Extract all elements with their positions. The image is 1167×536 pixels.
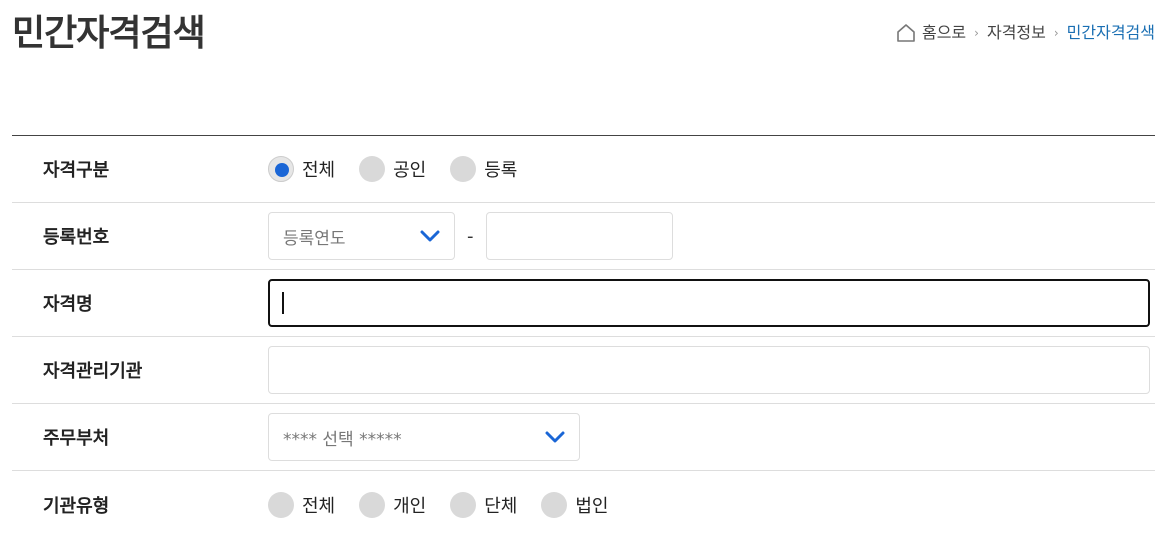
radio-circle[interactable] — [450, 491, 477, 518]
radio-circle[interactable] — [359, 156, 386, 182]
agency-type-radios: 전체 개인 단체 법인 — [268, 491, 1155, 518]
radio-label: 전체 — [302, 495, 336, 517]
radio-agency-individual[interactable]: 개인 — [359, 491, 427, 518]
breadcrumb-home[interactable]: 홈으로 — [922, 22, 966, 44]
page-title: 민간자격검색 — [12, 13, 206, 54]
qualification-type-radios: 전체 공인 등록 — [268, 156, 1155, 182]
radio-label: 개인 — [393, 495, 427, 517]
row-ministry: 주무부처 **** 선택 ***** — [12, 404, 1155, 471]
row-managing-agency: 자격관리기관 — [12, 337, 1155, 404]
radio-agency-group[interactable]: 단체 — [450, 491, 518, 518]
chevron-right-icon: › — [974, 26, 979, 40]
radio-label: 등록 — [484, 160, 518, 181]
radio-agency-all[interactable]: 전체 — [268, 491, 336, 518]
agency-type-label: 기관유형 — [43, 495, 110, 517]
breadcrumb: 홈으로 › 자격정보 › 민간자격검색 — [896, 22, 1155, 44]
search-form: 자격구분 전체 공인 등록 등록번호 등록연도 - 자격명 자격관리기관 주무부… — [12, 135, 1155, 536]
row-qualification-type: 자격구분 전체 공인 등록 — [12, 136, 1155, 203]
radio-circle[interactable] — [268, 491, 294, 518]
registration-year-placeholder: 등록연도 — [283, 228, 346, 249]
registration-year-select[interactable]: 등록연도 — [268, 212, 455, 260]
radio-label: 전체 — [302, 160, 336, 181]
registration-number-label: 등록번호 — [43, 227, 110, 248]
registration-number-input[interactable] — [485, 212, 673, 260]
radio-label: 법인 — [575, 495, 609, 517]
ministry-placeholder: **** 선택 ***** — [283, 429, 402, 450]
radio-circle[interactable] — [268, 156, 294, 182]
radio-label: 단체 — [484, 495, 518, 517]
managing-agency-label: 자격관리기관 — [43, 361, 143, 382]
qualification-type-label: 자격구분 — [43, 160, 110, 181]
home-icon[interactable] — [896, 23, 916, 43]
text-caret — [282, 292, 284, 314]
qualification-name-input[interactable] — [268, 279, 1150, 327]
qualification-name-label: 자격명 — [43, 294, 93, 315]
chevron-right-icon: › — [1053, 26, 1059, 40]
ministry-label: 주무부처 — [43, 428, 110, 449]
chevron-down-icon — [545, 431, 565, 443]
managing-agency-input[interactable] — [268, 346, 1150, 394]
radio-qualification-certified[interactable]: 공인 — [359, 156, 426, 182]
row-agency-type: 기관유형 전체 개인 단체 법인 — [12, 471, 1155, 536]
radio-qualification-registered[interactable]: 등록 — [450, 156, 517, 182]
row-qualification-name: 자격명 — [12, 270, 1155, 337]
radio-label: 공인 — [393, 160, 427, 181]
radio-agency-corporation[interactable]: 법인 — [541, 491, 609, 518]
radio-circle[interactable] — [359, 491, 386, 518]
registration-separator: - — [467, 225, 474, 247]
radio-circle[interactable] — [541, 491, 568, 518]
radio-circle[interactable] — [450, 156, 477, 182]
ministry-select[interactable]: **** 선택 ***** — [268, 413, 580, 461]
radio-qualification-all[interactable]: 전체 — [268, 156, 335, 182]
row-registration-number: 등록번호 등록연도 - — [12, 203, 1155, 270]
chevron-down-icon — [420, 230, 440, 242]
breadcrumb-level1[interactable]: 자격정보 — [987, 22, 1046, 44]
breadcrumb-current: 민간자격검색 — [1066, 23, 1155, 42]
